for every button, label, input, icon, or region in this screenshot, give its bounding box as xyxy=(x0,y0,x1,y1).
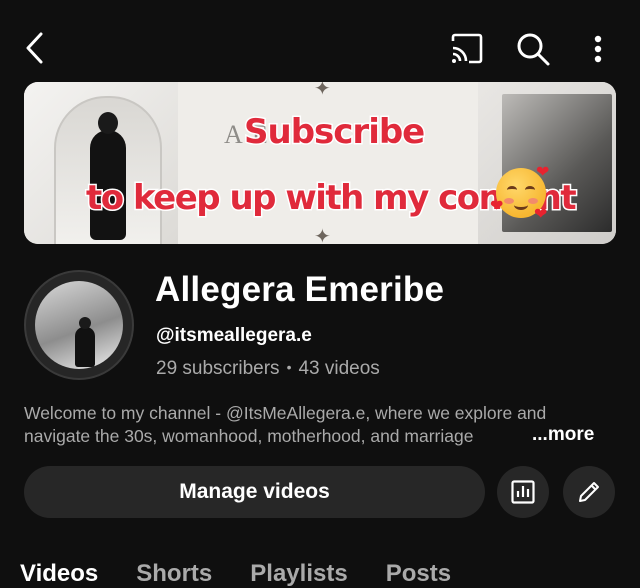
avatar-image xyxy=(35,281,123,369)
tab-videos[interactable]: Videos xyxy=(20,560,98,588)
tab-posts[interactable]: Posts xyxy=(386,560,451,588)
heart-icon: ❤ xyxy=(534,206,548,223)
description-line: Welcome to my channel - @ItsMeAllegera.e… xyxy=(24,403,547,423)
more-vertical-icon xyxy=(594,35,602,63)
description-more-link[interactable]: ...more xyxy=(518,424,595,446)
heart-icon: ❤ xyxy=(490,198,504,215)
sparkle-icon: ✦ xyxy=(314,226,331,244)
banner-headline: Subscribe xyxy=(242,111,426,154)
channel-banner: A E. ✦ ✦ Subscribe to keep up with my co… xyxy=(24,82,616,244)
channel-handle: @itsmeallegera.e xyxy=(156,325,312,346)
cast-button[interactable] xyxy=(449,32,485,66)
pencil-icon xyxy=(579,482,599,502)
manage-videos-button[interactable]: Manage videos xyxy=(24,466,485,518)
channel-avatar[interactable] xyxy=(24,270,134,380)
tab-playlists[interactable]: Playlists xyxy=(250,560,347,588)
more-options-button[interactable] xyxy=(584,30,612,68)
video-count: 43 videos xyxy=(298,358,380,379)
chevron-left-icon xyxy=(26,32,43,64)
channel-name: Allegera Emeribe xyxy=(155,270,445,309)
analytics-icon xyxy=(511,480,535,504)
cast-icon xyxy=(451,33,483,64)
back-button[interactable] xyxy=(18,30,54,66)
search-button[interactable] xyxy=(514,30,552,68)
search-icon xyxy=(517,33,550,66)
heart-icon: ❤ xyxy=(536,164,550,181)
channel-stats: 29 subscribers • 43 videos xyxy=(156,358,380,380)
banner-panel-middle xyxy=(178,82,480,244)
subscriber-count: 29 subscribers xyxy=(156,358,280,379)
edit-channel-button[interactable] xyxy=(563,466,615,518)
channel-tabs: Videos Shorts Playlists Posts xyxy=(20,560,489,588)
sparkle-icon: ✦ xyxy=(314,82,331,100)
tab-shorts[interactable]: Shorts xyxy=(136,560,212,588)
analytics-button[interactable] xyxy=(497,466,549,518)
stats-separator: • xyxy=(286,359,292,375)
description-line: navigate the 30s, womanhood, motherhood,… xyxy=(24,426,474,446)
